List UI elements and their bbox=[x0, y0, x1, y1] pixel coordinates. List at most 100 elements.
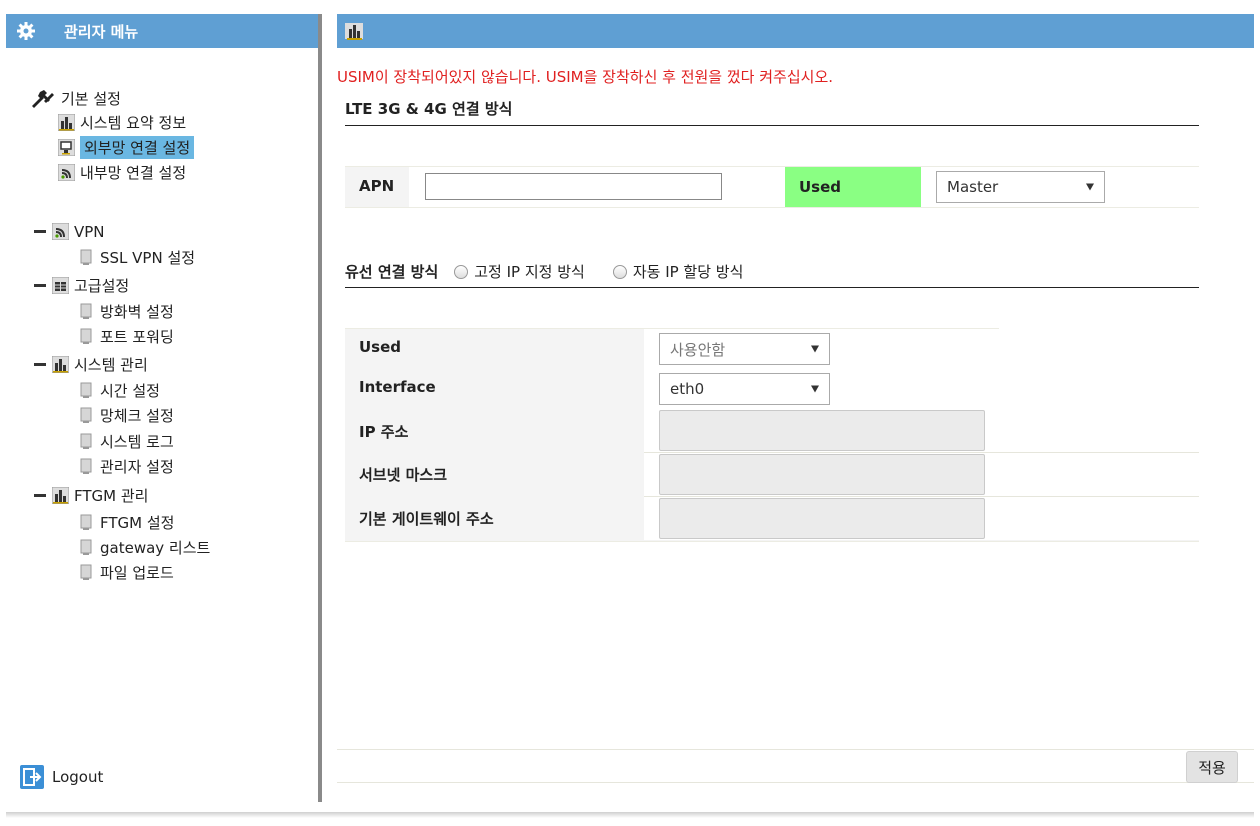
radio-static-label: 고정 IP 지정 방식 bbox=[474, 263, 585, 281]
menu-basic-settings[interactable]: 기본 설정 bbox=[30, 86, 121, 111]
menu-group-vpn[interactable]: VPN bbox=[34, 219, 105, 244]
menu-external-network[interactable]: 외부망 연결 설정 bbox=[58, 135, 195, 160]
menu-group-system[interactable]: 시스템 관리 bbox=[34, 352, 148, 377]
collapse-icon[interactable] bbox=[34, 284, 46, 287]
menu-group-advanced[interactable]: 고급설정 bbox=[34, 273, 129, 298]
row-divider bbox=[644, 452, 1199, 453]
apn-label: APN bbox=[359, 177, 395, 195]
menu-gateway-list[interactable]: gateway 리스트 bbox=[78, 535, 210, 560]
window-shadow bbox=[6, 812, 1254, 818]
menu-system-summary[interactable]: 시스템 요약 정보 bbox=[58, 110, 186, 135]
ip-address-input[interactable] bbox=[659, 410, 985, 451]
bar-chart-icon bbox=[52, 487, 69, 504]
divider bbox=[345, 287, 1199, 288]
firewall-icon bbox=[52, 277, 69, 294]
gear-icon bbox=[17, 22, 35, 40]
sidebar-title: 관리자 메뉴 bbox=[64, 22, 139, 41]
menu-group-label: VPN bbox=[74, 222, 105, 241]
radio-button[interactable] bbox=[454, 264, 469, 279]
logout-icon bbox=[20, 765, 44, 789]
main-header bbox=[337, 14, 1254, 48]
wifi-icon bbox=[52, 223, 69, 240]
menu-item-label: 시스템 로그 bbox=[100, 433, 174, 451]
document-icon bbox=[80, 539, 92, 555]
menu-item-label: 관리자 설정 bbox=[100, 458, 174, 476]
default-gateway-input[interactable] bbox=[659, 498, 985, 539]
menu-admin-settings[interactable]: 관리자 설정 bbox=[78, 454, 174, 479]
menu-ftgm-settings[interactable]: FTGM 설정 bbox=[78, 510, 174, 535]
bar-chart-icon bbox=[345, 23, 363, 40]
document-icon bbox=[80, 458, 92, 474]
wired-used-interface-rows: Used 사용안함 Interface eth0 bbox=[345, 328, 999, 410]
lte-used-label: Used bbox=[785, 167, 921, 207]
subnet-mask-input[interactable] bbox=[659, 454, 985, 495]
document-icon bbox=[80, 328, 92, 344]
menu-time-settings[interactable]: 시간 설정 bbox=[78, 378, 160, 403]
menu-ssl-vpn[interactable]: SSL VPN 설정 bbox=[78, 245, 195, 270]
footer-divider bbox=[337, 749, 1254, 750]
wired-method-row: 유선 연결 방식 고정 IP 지정 방식 자동 IP 할당 방식 bbox=[345, 261, 771, 282]
menu-item-label: gateway 리스트 bbox=[100, 539, 211, 557]
interface-label: Interface bbox=[359, 378, 436, 396]
radio-auto-ip[interactable]: 자동 IP 할당 방식 bbox=[612, 261, 744, 282]
document-icon bbox=[80, 249, 92, 265]
menu-internal-network[interactable]: 내부망 연결 설정 bbox=[58, 160, 186, 185]
apn-input[interactable] bbox=[425, 173, 722, 200]
collapse-icon[interactable] bbox=[34, 363, 46, 366]
menu-item-label: 방화벽 설정 bbox=[100, 303, 174, 321]
row-divider bbox=[644, 496, 1199, 497]
chevron-down-icon bbox=[811, 345, 819, 353]
lte-used-select[interactable]: Master bbox=[936, 171, 1105, 203]
menu-item-label: 외부망 연결 설정 bbox=[80, 136, 195, 159]
lte-used-select-value: Master bbox=[947, 178, 999, 196]
menu-item-label: SSL VPN 설정 bbox=[100, 249, 196, 267]
menu-item-label: 포트 포워딩 bbox=[100, 328, 174, 346]
menu-group-label: 고급설정 bbox=[74, 277, 130, 295]
menu-system-log[interactable]: 시스템 로그 bbox=[78, 429, 174, 454]
document-icon bbox=[80, 433, 92, 449]
menu-port-forwarding[interactable]: 포트 포워딩 bbox=[78, 324, 174, 349]
chevron-down-icon bbox=[1086, 183, 1094, 191]
bar-chart-icon bbox=[52, 356, 69, 373]
bar-chart-icon bbox=[58, 114, 75, 131]
monitor-icon bbox=[58, 139, 75, 156]
apply-button[interactable]: 적용 bbox=[1186, 751, 1238, 783]
wired-used-select[interactable]: 사용안함 bbox=[659, 333, 830, 365]
radio-static-ip[interactable]: 고정 IP 지정 방식 bbox=[454, 261, 585, 282]
tools-icon bbox=[32, 89, 54, 108]
radio-button[interactable] bbox=[612, 264, 627, 279]
wired-address-rows: IP 주소 서브넷 마스크 기본 게이트웨이 주소 bbox=[345, 409, 1199, 542]
wifi-icon bbox=[58, 164, 75, 181]
menu-item-label: 시간 설정 bbox=[100, 382, 160, 400]
wired-used-label: Used bbox=[359, 338, 402, 356]
wired-section-title: 유선 연결 방식 bbox=[345, 263, 439, 281]
logout-label: Logout bbox=[52, 768, 104, 786]
document-icon bbox=[80, 514, 92, 530]
document-icon bbox=[80, 564, 92, 580]
collapse-icon[interactable] bbox=[34, 494, 46, 497]
menu-item-label: 망체크 설정 bbox=[100, 407, 174, 425]
collapse-icon[interactable] bbox=[34, 230, 46, 233]
usim-warning: USIM이 장착되어있지 않습니다. USIM을 장착하신 후 전원을 껐다 켜… bbox=[337, 68, 834, 86]
sidebar-header: 관리자 메뉴 bbox=[6, 14, 318, 48]
menu-group-label: FTGM 관리 bbox=[74, 487, 149, 505]
document-icon bbox=[80, 303, 92, 319]
default-gateway-label: 기본 게이트웨이 주소 bbox=[359, 510, 494, 528]
menu-firewall[interactable]: 방화벽 설정 bbox=[78, 299, 174, 324]
interface-select[interactable]: eth0 bbox=[659, 373, 830, 405]
menu-group-ftgm[interactable]: FTGM 관리 bbox=[34, 483, 148, 508]
logout-link[interactable]: Logout bbox=[20, 765, 103, 789]
menu-item-label: 파일 업로드 bbox=[100, 564, 174, 582]
document-icon bbox=[80, 382, 92, 398]
interface-select-value: eth0 bbox=[670, 380, 705, 398]
menu-item-label: FTGM 설정 bbox=[100, 514, 175, 532]
divider bbox=[345, 125, 1199, 126]
menu-file-upload[interactable]: 파일 업로드 bbox=[78, 560, 174, 585]
menu-net-check[interactable]: 망체크 설정 bbox=[78, 403, 174, 428]
wired-used-select-value: 사용안함 bbox=[670, 340, 726, 359]
radio-auto-label: 자동 IP 할당 방식 bbox=[632, 263, 744, 281]
footer-divider bbox=[337, 782, 1254, 783]
document-icon bbox=[80, 407, 92, 423]
apn-row: APN Used Master bbox=[345, 166, 1199, 208]
lte-section-title: LTE 3G & 4G 연결 방식 bbox=[345, 100, 513, 118]
